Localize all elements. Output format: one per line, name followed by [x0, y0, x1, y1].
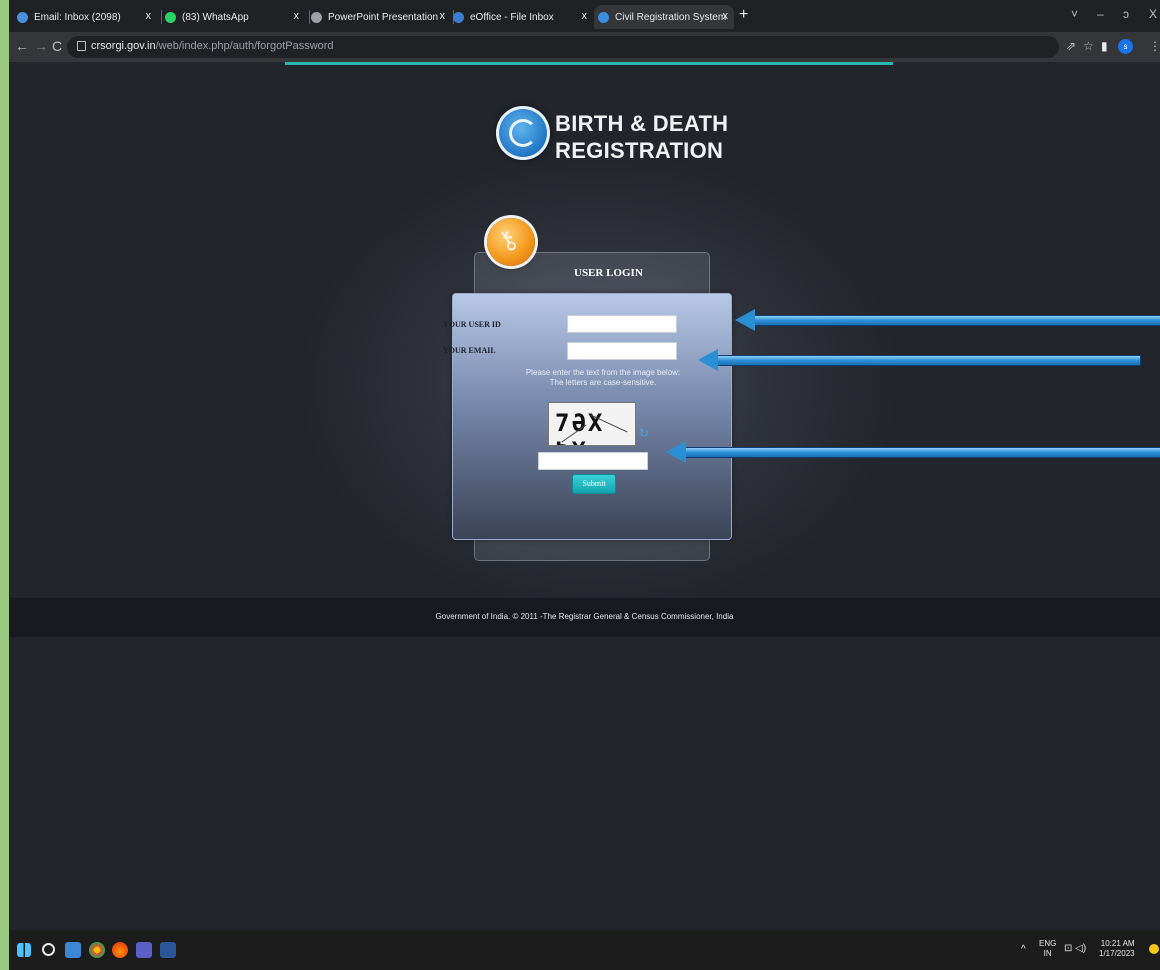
login-title: USER LOGIN	[574, 267, 643, 279]
menu-icon[interactable]: ⋮	[1149, 39, 1160, 53]
teams-app-icon[interactable]	[136, 942, 152, 958]
clock-date: 1/17/2023	[1099, 949, 1135, 958]
tab-title: Civil Registration System	[615, 11, 727, 23]
lang-bottom: IN	[1043, 949, 1052, 958]
tab-title: eOffice - File Inbox	[470, 11, 554, 23]
tab-close-icon[interactable]: x	[294, 10, 300, 22]
hint-line2: The letters are case-sensitive.	[549, 378, 657, 387]
brand-title: BIRTH & DEATH REGISTRATION	[555, 110, 728, 164]
key-icon: ⚷	[487, 218, 535, 266]
search-icon[interactable]	[42, 943, 55, 956]
crs-favicon-icon	[598, 11, 609, 23]
minimize-icon[interactable]: –	[1097, 7, 1104, 21]
forward-arrow-icon[interactable]: →	[34, 38, 48, 54]
reload-icon[interactable]: C	[52, 38, 62, 54]
word-app-icon[interactable]	[160, 942, 176, 958]
captcha-image: 7ƏX ÞX	[548, 402, 636, 446]
registration-logo	[496, 106, 550, 160]
email-favicon-icon	[17, 11, 28, 23]
gallery-app-icon[interactable]	[65, 942, 81, 958]
brand-line1: BIRTH & DEATH	[555, 111, 729, 136]
browser-toolbar: ← → C crsorgi.gov.in/web/index.php/auth/…	[9, 32, 1160, 62]
url-path: /web/index.php/auth/forgotPassword	[155, 40, 334, 52]
logo-emblem-icon	[509, 119, 537, 147]
email-input[interactable]	[567, 342, 677, 360]
tab-title: Email: Inbox (2098)	[34, 11, 121, 23]
user-id-input[interactable]	[567, 315, 677, 333]
annotation-arrow-userid	[754, 315, 1160, 326]
tab-separator	[161, 10, 162, 24]
profile-avatar[interactable]: s	[1118, 39, 1133, 54]
tab-close-icon[interactable]: x	[440, 10, 446, 22]
close-window-icon[interactable]: X	[1149, 7, 1157, 21]
tab-close-icon[interactable]: x	[582, 10, 588, 22]
whatsapp-favicon-icon	[165, 11, 176, 23]
brand-line2: REGISTRATION	[555, 138, 724, 163]
globe-favicon-icon	[311, 11, 322, 23]
footer: Government of India. © 2011 -The Registr…	[9, 598, 1160, 637]
captcha-hint: Please enter the text from the image bel…	[509, 368, 697, 388]
clock-time: 10:21 AM	[1100, 939, 1135, 948]
lang-top: ENG	[1039, 939, 1057, 948]
tab-whatsapp[interactable]: (83) WhatsApp x	[165, 5, 305, 29]
url-domain: crsorgi.gov.in	[91, 40, 156, 52]
language-indicator[interactable]: ENG IN	[1039, 939, 1056, 959]
sidepanel-icon[interactable]: ▮	[1101, 39, 1108, 53]
page-content: BIRTH & DEATH REGISTRATION ⚷ USER LOGIN …	[9, 62, 1160, 930]
windows-start-icon[interactable]	[17, 943, 31, 957]
tab-close-icon[interactable]: x	[146, 10, 152, 22]
footer-text: Government of India. © 2011 -The Registr…	[435, 612, 734, 621]
tab-title: PowerPoint Presentation	[328, 11, 439, 23]
user-id-label: YOUR USER ID	[443, 320, 501, 329]
tab-eoffice[interactable]: eOffice - File Inbox x	[453, 5, 593, 29]
url-text: crsorgi.gov.in/web/index.php/auth/forgot…	[91, 40, 334, 52]
screen: Email: Inbox (2098) x (83) WhatsApp x Po…	[9, 0, 1160, 970]
back-arrow-icon[interactable]: ←	[15, 38, 29, 54]
tab-separator	[309, 10, 310, 24]
new-tab-button[interactable]: +	[739, 6, 748, 24]
arrowhead-icon	[698, 349, 718, 371]
submit-button[interactable]: Submit	[572, 474, 616, 494]
network-volume-icon[interactable]: ⊡ ◁)	[1064, 943, 1086, 954]
arrowhead-icon	[735, 309, 755, 331]
arrowhead-icon	[666, 441, 686, 463]
tab-search-icon[interactable]: ˅	[1071, 7, 1078, 21]
share-icon[interactable]: ⇗	[1066, 39, 1076, 53]
tab-close-icon[interactable]: x	[723, 10, 729, 22]
notification-icon[interactable]	[1149, 944, 1159, 954]
taskbar: ^ ENG IN ⊡ ◁) 10:21 AM 1/17/2023	[9, 930, 1160, 970]
bookmark-star-icon[interactable]: ☆	[1083, 39, 1094, 53]
tab-email[interactable]: Email: Inbox (2098) x	[17, 5, 157, 29]
hint-line1: Please enter the text from the image bel…	[525, 368, 681, 377]
tab-strip: Email: Inbox (2098) x (83) WhatsApp x Po…	[9, 0, 1160, 32]
accent-line	[285, 62, 893, 65]
annotation-arrow-email	[717, 355, 1141, 366]
clock[interactable]: 10:21 AM 1/17/2023	[1099, 939, 1135, 959]
captcha-input[interactable]	[538, 452, 648, 470]
restore-icon[interactable]: ↄ	[1123, 7, 1129, 21]
firefox-app-icon[interactable]	[112, 942, 128, 958]
chrome-app-icon[interactable]	[89, 942, 105, 958]
address-bar[interactable]: crsorgi.gov.in/web/index.php/auth/forgot…	[67, 36, 1059, 58]
lock-icon	[77, 41, 86, 51]
email-label: YOUR EMAIL	[443, 346, 496, 355]
captcha-refresh-icon[interactable]: ↻	[639, 426, 649, 440]
tab-civil-registration[interactable]: Civil Registration System x	[594, 5, 734, 29]
tray-chevron-icon[interactable]: ^	[1021, 944, 1026, 955]
tab-powerpoint[interactable]: PowerPoint Presentation x	[311, 5, 451, 29]
eoffice-favicon-icon	[453, 11, 464, 23]
tab-title: (83) WhatsApp	[182, 11, 249, 23]
captcha-text: 7ƏX ÞX	[555, 409, 605, 445]
annotation-arrow-captcha	[685, 447, 1160, 458]
